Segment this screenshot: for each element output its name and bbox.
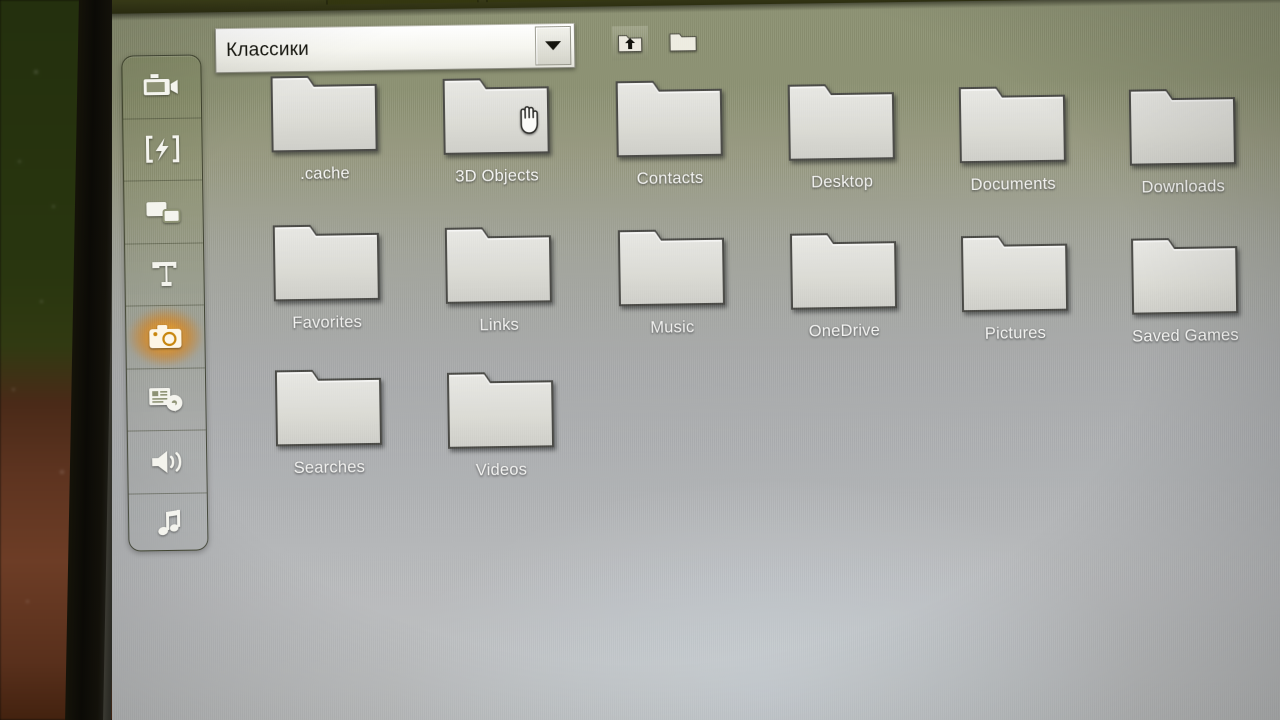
- sidebar-item-photos[interactable]: [125, 305, 205, 370]
- folder-dropdown-value: Классики: [225, 38, 310, 61]
- folder-item[interactable]: Searches: [240, 359, 418, 479]
- folder-item-label: Documents: [970, 174, 1056, 194]
- folder-item-label: Pictures: [984, 323, 1047, 343]
- folder-icon: [669, 33, 697, 52]
- folder-item[interactable]: .cache: [235, 65, 413, 185]
- folder-item[interactable]: Pictures: [926, 225, 1104, 345]
- folder-item[interactable]: Downloads: [1094, 79, 1272, 199]
- speaker-icon: [147, 445, 187, 478]
- folder-item[interactable]: Saved Games: [1096, 228, 1274, 348]
- sidebar-item-disc-menus[interactable]: [126, 367, 206, 432]
- folder-item-label: 3D Objects: [455, 166, 539, 186]
- folder-item-label: Music: [650, 318, 695, 338]
- tab-capture[interactable]: [325, 0, 479, 5]
- hand-cursor-icon: [514, 103, 544, 135]
- folder-item-label: Saved Games: [1131, 326, 1239, 346]
- folder-item-label: Downloads: [1141, 177, 1226, 197]
- sidebar-item-effects[interactable]: [124, 180, 204, 245]
- tab-edit[interactable]: [485, 0, 639, 3]
- album-tool-rail: [121, 54, 209, 552]
- folder-item-label: OneDrive: [808, 321, 881, 341]
- sidebar-item-titles[interactable]: [125, 242, 204, 307]
- photo-of-monitor: Вывод фильма Pinnacle Studio Ultimate Co: [0, 0, 1280, 720]
- folder-icon: [613, 71, 726, 165]
- folder-item[interactable]: 3D Objects: [407, 68, 585, 188]
- folder-icon: [442, 217, 555, 311]
- folder-icon: [444, 362, 557, 456]
- folder-icon: [785, 74, 898, 168]
- photo-camera-icon: [145, 320, 185, 353]
- folder-item-label: Videos: [475, 460, 528, 480]
- folder-item-label: Contacts: [636, 169, 704, 189]
- folder-icon: [267, 66, 380, 160]
- sidebar-item-videos[interactable]: [122, 55, 202, 120]
- folder-icon: [956, 76, 1069, 170]
- folder-item-label: Searches: [293, 458, 366, 478]
- folder-icon: [270, 215, 383, 309]
- music-note-icon: [148, 508, 188, 541]
- new-folder-button[interactable]: [665, 25, 702, 60]
- folder-item[interactable]: Favorites: [238, 214, 416, 334]
- folder-item[interactable]: Links: [410, 217, 588, 337]
- folder-item[interactable]: Contacts: [581, 71, 759, 191]
- video-camera-icon: [141, 70, 181, 103]
- text-t-icon: [144, 258, 184, 291]
- folder-icon: [615, 220, 728, 314]
- folder-item-label: Desktop: [811, 172, 874, 192]
- folder-item[interactable]: Music: [583, 220, 761, 340]
- sidebar-item-transitions[interactable]: [123, 117, 203, 182]
- folder-item[interactable]: Desktop: [753, 73, 931, 193]
- monitor-screen: Вывод фильма Pinnacle Studio Ultimate Co: [112, 0, 1280, 720]
- folder-item-label: Links: [479, 315, 520, 335]
- folder-icon: [958, 225, 1071, 319]
- folder-item-label: Favorites: [292, 313, 363, 333]
- folder-icon: [272, 360, 385, 454]
- folder-grid: .cache 3D Objects Contacts Desktop Docum…: [235, 52, 1280, 508]
- chevron-down-icon[interactable]: [534, 25, 572, 66]
- folder-up-arrow-icon: [617, 35, 643, 53]
- transition-icon: [142, 133, 182, 166]
- folder-icon: [1126, 79, 1239, 173]
- sidebar-item-music[interactable]: [129, 493, 208, 552]
- up-one-level-button[interactable]: [611, 25, 649, 61]
- folder-icon: [787, 223, 900, 317]
- folder-icon: [439, 68, 552, 162]
- folder-item[interactable]: Documents: [924, 76, 1102, 196]
- folder-icon: [1128, 228, 1241, 322]
- overlay-frames-icon: [143, 195, 183, 228]
- folder-item-label: .cache: [299, 164, 351, 183]
- disc-menu-icon: [146, 383, 186, 416]
- folder-item[interactable]: OneDrive: [755, 222, 933, 342]
- folder-item[interactable]: Videos: [412, 362, 590, 482]
- sidebar-item-sound-effects[interactable]: [127, 430, 207, 495]
